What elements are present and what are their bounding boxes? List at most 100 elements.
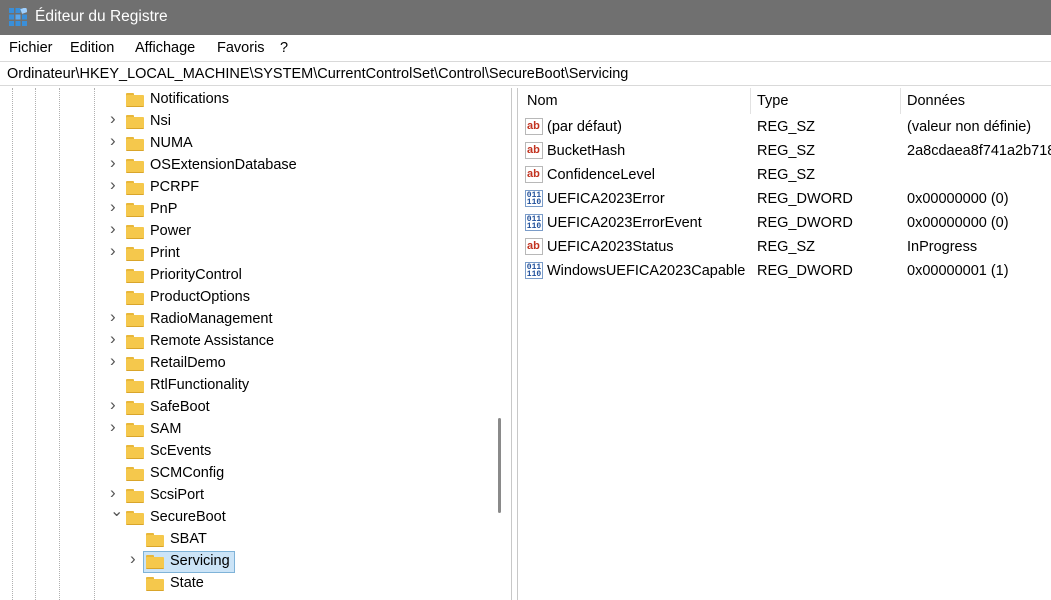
folder-icon (146, 533, 164, 547)
value-row[interactable]: ab BucketHash REG_SZ 2a8cdaea8f741a2b718 (518, 139, 1051, 163)
tree-node[interactable]: › RadioManagement (0, 308, 490, 331)
tree-node[interactable]: ⌄ SecureBoot (0, 504, 490, 529)
window-title: Éditeur du Registre (35, 8, 168, 25)
chevron-right-icon[interactable]: › (110, 484, 120, 501)
menu-favoris[interactable]: Favoris (217, 40, 265, 56)
tree-node[interactable]: › Print (0, 242, 490, 265)
column-header-type[interactable]: Type (757, 93, 788, 109)
address-bar[interactable]: Ordinateur\HKEY_LOCAL_MACHINE\SYSTEM\Cur… (0, 61, 1051, 86)
chevron-right-icon[interactable]: › (110, 418, 120, 435)
chevron-right-icon[interactable]: › (110, 110, 120, 127)
chevron-right-icon[interactable]: › (110, 132, 120, 149)
tree-node[interactable]: SCMConfig (0, 463, 490, 485)
chevron-right-icon[interactable]: › (110, 396, 120, 413)
tree-node[interactable]: RtlFunctionality (0, 375, 490, 397)
string-value-icon: ab (525, 118, 543, 135)
tree-node[interactable]: › SafeBoot (0, 396, 490, 419)
tree-node-label: ScEvents (150, 443, 212, 459)
folder-icon (126, 423, 144, 437)
value-row[interactable]: ab UEFICA2023Status REG_SZ InProgress (518, 235, 1051, 259)
column-header-name[interactable]: Nom (527, 93, 558, 109)
values-list-pane[interactable]: Nom Type Données ab (par défaut) REG_SZ (va… (517, 88, 1051, 600)
tree-node-label: SAM (150, 421, 182, 437)
chevron-right-icon[interactable]: › (110, 330, 120, 347)
folder-icon (126, 269, 144, 283)
value-type: REG_SZ (757, 119, 816, 135)
tree-node[interactable]: › PCRPF (0, 176, 490, 199)
value-name: WindowsUEFICA2023Capable (547, 263, 746, 279)
value-type: REG_DWORD (757, 263, 853, 279)
value-data: 0x00000001 (1) (907, 263, 1009, 279)
value-name: ConfidenceLevel (547, 167, 656, 183)
value-row[interactable]: 011 110 UEFICA2023Error REG_DWORD 0x00000000… (518, 187, 1051, 211)
value-row[interactable]: ab ConfidenceLevel REG_SZ (518, 163, 1051, 187)
folder-icon (126, 93, 144, 107)
value-data: 0x00000000 (0) (907, 191, 1009, 207)
chevron-right-icon[interactable]: › (110, 242, 120, 259)
chevron-right-icon[interactable]: › (110, 220, 120, 237)
tree-node-label: SecureBoot (150, 509, 226, 525)
menu-edition[interactable]: Edition (70, 40, 114, 56)
tree-node-label: SafeBoot (150, 399, 210, 415)
value-data: 0x00000000 (0) (907, 215, 1009, 231)
tree-node[interactable]: › OSExtensionDatabase (0, 154, 490, 177)
tree-node[interactable]: Notifications (0, 89, 490, 111)
tree-node[interactable]: ScEvents (0, 441, 490, 463)
folder-icon (126, 247, 144, 261)
menu-help[interactable]: ? (280, 40, 288, 56)
value-type: REG_DWORD (757, 191, 853, 207)
folder-icon (126, 115, 144, 129)
tree-node[interactable]: › SAM (0, 418, 490, 441)
folder-icon (126, 467, 144, 481)
value-name: BucketHash (547, 143, 626, 159)
menu-affichage[interactable]: Affichage (135, 40, 195, 56)
tree-node-label: Power (150, 223, 192, 239)
registry-editor-icon (9, 8, 27, 26)
column-header-data[interactable]: Données (907, 93, 965, 109)
tree-node-label: RadioManagement (150, 311, 273, 327)
folder-icon (146, 555, 164, 569)
tree-node[interactable]: › ScsiPort (0, 484, 490, 507)
tree-scrollbar[interactable] (491, 88, 511, 600)
tree-node[interactable]: SBAT (0, 529, 490, 551)
chevron-right-icon[interactable]: › (110, 352, 120, 369)
column-divider[interactable] (750, 88, 751, 114)
value-type: REG_SZ (757, 167, 816, 183)
tree-node-label: Nsi (150, 113, 171, 129)
value-name: (par défaut) (547, 119, 622, 135)
value-row[interactable]: 011 110 UEFICA2023ErrorEvent REG_DWORD 0x000… (518, 211, 1051, 235)
column-divider[interactable] (900, 88, 901, 114)
tree-node[interactable]: PriorityControl (0, 265, 490, 287)
menu-fichier[interactable]: Fichier (9, 40, 53, 56)
tree-node[interactable]: › Nsi (0, 110, 490, 133)
value-name: UEFICA2023Error (547, 191, 665, 207)
tree-node-label: SBAT (170, 531, 207, 547)
list-header: Nom Type Données (518, 88, 1051, 114)
value-row[interactable]: 011 110 WindowsUEFICA2023Capable REG_DWORD 0… (518, 259, 1051, 283)
binary-value-icon: 011 110 (525, 214, 543, 231)
chevron-right-icon[interactable]: › (110, 198, 120, 215)
tree-node-label: Servicing (170, 553, 230, 569)
chevron-right-icon[interactable]: › (110, 154, 120, 171)
tree-node[interactable]: › RetailDemo (0, 352, 490, 375)
tree-node[interactable]: › Servicing (0, 550, 490, 573)
tree-node[interactable]: › Remote Assistance (0, 330, 490, 353)
tree-node-label: PnP (150, 201, 178, 217)
tree-node[interactable]: State (0, 573, 490, 595)
binary-value-icon: 011 110 (525, 262, 543, 279)
tree-node[interactable]: › Power (0, 220, 490, 243)
address-path[interactable]: Ordinateur\HKEY_LOCAL_MACHINE\SYSTEM\Cur… (7, 66, 628, 82)
tree-node[interactable]: › NUMA (0, 132, 490, 155)
chevron-right-icon[interactable]: › (110, 176, 120, 193)
value-row[interactable]: ab (par défaut) REG_SZ (valeur non définie) (518, 115, 1051, 139)
tree-node-label: State (170, 575, 204, 591)
tree-scrollbar-thumb[interactable] (498, 418, 501, 513)
tree-node[interactable]: › PnP (0, 198, 490, 221)
chevron-down-icon[interactable]: ⌄ (110, 504, 123, 520)
chevron-right-icon[interactable]: › (110, 308, 120, 325)
folder-icon (126, 203, 144, 217)
tree-node[interactable]: ProductOptions (0, 287, 490, 309)
key-tree-pane[interactable]: Notifications › Nsi › NUMA › OSExtensionDataba… (0, 88, 512, 600)
folder-icon (126, 335, 144, 349)
chevron-right-icon[interactable]: › (130, 550, 140, 567)
